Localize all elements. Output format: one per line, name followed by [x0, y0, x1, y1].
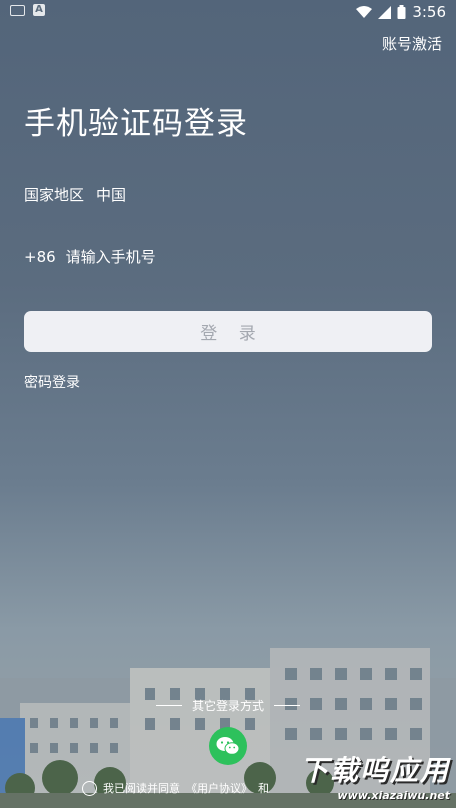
agreement-prefix: 我已阅读并同意	[103, 782, 180, 795]
signal-icon	[378, 5, 392, 19]
a-icon: A	[33, 4, 45, 16]
other-login-divider: 其它登录方式	[0, 697, 456, 714]
region-selector[interactable]: 国家地区 中国	[24, 184, 126, 205]
region-label: 国家地区	[24, 186, 85, 204]
battery-icon	[397, 5, 406, 19]
agreement-checkbox[interactable]	[82, 780, 97, 796]
phone-row: +86	[24, 248, 366, 266]
agreement-row: 我已阅读并同意 《用户协议》 和	[82, 780, 269, 796]
watermark-url: www.xiazaiwu.net	[337, 788, 450, 802]
wifi-icon	[356, 5, 373, 18]
wechat-icon	[216, 737, 240, 755]
watermark-logo: 下载呜应用 www.xiazaiwu.net	[274, 748, 450, 802]
divider-line-left	[155, 705, 182, 706]
other-login-label: 其它登录方式	[191, 699, 264, 713]
agreement-and: 和	[258, 782, 269, 795]
country-code[interactable]: +86	[24, 248, 56, 266]
status-time: 3:56	[412, 3, 446, 21]
status-bar: A 3:56	[0, 0, 456, 24]
page-title: 手机验证码登录	[24, 106, 248, 142]
divider-line-right	[274, 705, 300, 706]
password-login-link[interactable]: 密码登录	[24, 372, 80, 392]
login-button[interactable]: 登 录	[24, 311, 432, 352]
phone-input[interactable]	[65, 248, 366, 266]
keyboard-icon	[10, 4, 25, 16]
watermark-brand: 下载呜应用	[299, 753, 450, 787]
user-agreement-link[interactable]: 《用户协议》	[186, 780, 252, 796]
region-value: 中国	[96, 186, 127, 204]
account-activate-link[interactable]: 账号激活	[382, 33, 442, 54]
wechat-login-button[interactable]	[209, 727, 247, 765]
